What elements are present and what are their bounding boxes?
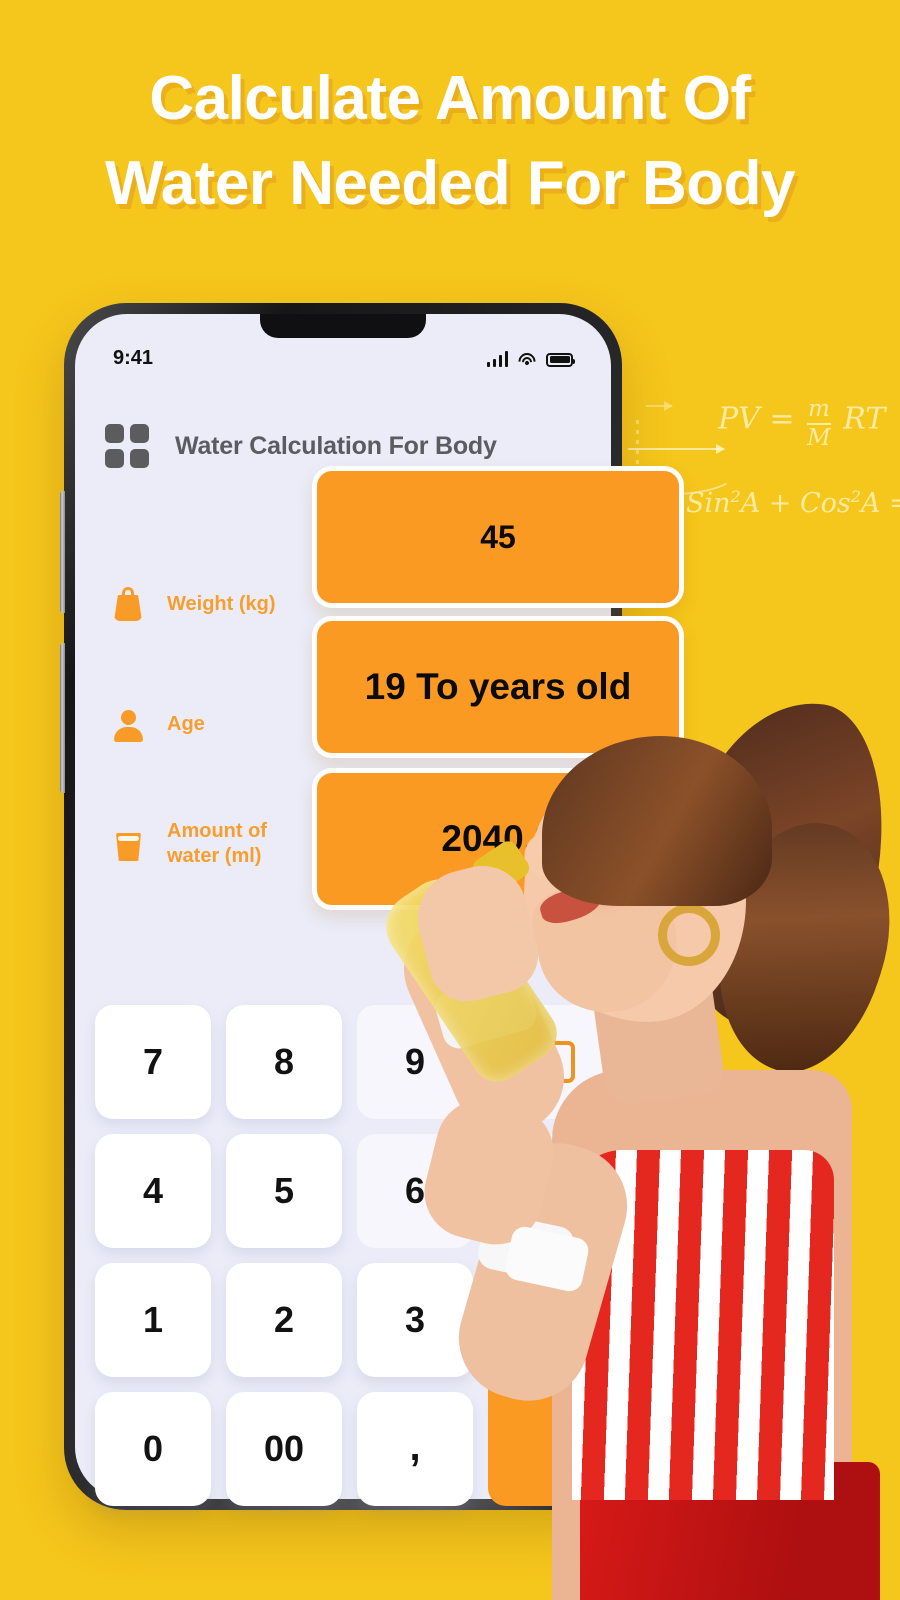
wifi-icon: [514, 348, 540, 374]
key-2-label: 2: [273, 1299, 295, 1340]
gas-law-formula: PV = m M RT: [718, 398, 885, 450]
weight-value-field[interactable]: 45: [312, 466, 684, 608]
key-4[interactable]: 4: [95, 1134, 211, 1248]
key-6-label: 6: [404, 1170, 426, 1211]
label-water-line-1: Amount of: [167, 820, 267, 842]
gas-law-denominator: M: [807, 425, 831, 451]
key-4-label: 4: [142, 1170, 164, 1211]
key-00-label: 00: [263, 1428, 305, 1469]
trig-part-a: Sin: [686, 488, 731, 519]
ac-button[interactable]: AC: [488, 1263, 604, 1506]
trig-part-b: A + Cos: [740, 488, 851, 519]
headline-line-2: Water Needed For Body: [105, 149, 795, 218]
headline-line-1: Calculate Amount Of: [149, 64, 751, 133]
label-water-line-2: water (ml): [167, 845, 262, 867]
person-icon: [109, 704, 147, 744]
key-9[interactable]: 9: [357, 1005, 473, 1119]
label-water: Amount of water (ml): [167, 819, 267, 869]
model-hair-back: [659, 687, 900, 1043]
gas-law-prefix: PV =: [718, 401, 795, 437]
key-3-label: 3: [404, 1299, 426, 1340]
row-water-left: Amount of water (ml): [75, 819, 323, 869]
label-age: Age: [167, 712, 205, 735]
arrow-decoration: [628, 444, 725, 454]
key-1[interactable]: 1: [95, 1263, 211, 1377]
label-weight: Weight (kg): [167, 592, 276, 615]
cellular-signal-icon: [486, 350, 508, 367]
key-7-label: 7: [142, 1041, 164, 1082]
water-glass-icon: [109, 824, 147, 864]
trig-part-c: A = 1: [860, 488, 900, 519]
arrow-decoration-small: [646, 401, 673, 411]
age-value-field[interactable]: 19 To years old: [312, 616, 684, 758]
status-bar-icons: [486, 348, 575, 374]
trig-exponent-2: 2: [850, 487, 861, 506]
key-5[interactable]: 5: [226, 1134, 342, 1248]
key-0[interactable]: 0: [95, 1392, 211, 1506]
water-value-field[interactable]: 2040.0: [312, 768, 684, 910]
app-header: Water Calculation For Body: [75, 424, 611, 468]
key-7[interactable]: 7: [95, 1005, 211, 1119]
key-00[interactable]: 00: [226, 1392, 342, 1506]
key-0-label: 0: [142, 1428, 164, 1469]
status-bar-time: 9:41: [113, 347, 154, 369]
water-value: 2040.0: [441, 818, 555, 859]
key-6[interactable]: 6: [357, 1134, 473, 1248]
key-9-label: 9: [404, 1041, 426, 1082]
backspace-icon: [517, 1041, 575, 1083]
key-backspace[interactable]: [488, 1005, 604, 1119]
key-operator[interactable]: [488, 1134, 604, 1248]
gas-law-suffix: RT: [843, 401, 886, 437]
key-1-label: 1: [142, 1299, 164, 1340]
key-comma[interactable]: ,: [357, 1392, 473, 1506]
app-title: Water Calculation For Body: [175, 431, 497, 460]
key-2[interactable]: 2: [226, 1263, 342, 1377]
row-age-left: Age: [75, 704, 323, 744]
weight-icon: [109, 584, 147, 624]
key-8-label: 8: [273, 1041, 295, 1082]
gas-law-numerator: m: [807, 396, 830, 422]
trig-identity-formula: Sin2A + Cos2A = 1: [686, 487, 900, 519]
phone-volume-up-button[interactable]: [60, 491, 65, 613]
trig-exponent-1: 2: [730, 487, 741, 506]
status-bar: 9:41: [75, 347, 611, 374]
key-3[interactable]: 3: [357, 1263, 473, 1377]
weight-value: 45: [480, 518, 516, 555]
key-5-label: 5: [273, 1170, 295, 1211]
grid-menu-icon[interactable]: [105, 424, 149, 468]
numeric-keypad: 7 8 9 4 5 6 1 2 3 AC 0 00 ,: [95, 1005, 795, 1506]
row-weight-left: Weight (kg): [75, 584, 323, 624]
ac-button-label: AC: [521, 1365, 571, 1403]
fraction-bar: [807, 423, 831, 425]
key-comma-label: ,: [409, 1425, 421, 1469]
key-8[interactable]: 8: [226, 1005, 342, 1119]
phone-notch: [260, 314, 426, 338]
phone-volume-down-button[interactable]: [60, 643, 65, 793]
age-value: 19 To years old: [364, 666, 632, 707]
battery-full-icon: [546, 352, 575, 367]
gas-law-fraction: m M: [807, 398, 831, 450]
model-hoop-earring: [658, 904, 720, 966]
page-title: Calculate Amount Of Water Needed For Bod…: [0, 56, 900, 226]
